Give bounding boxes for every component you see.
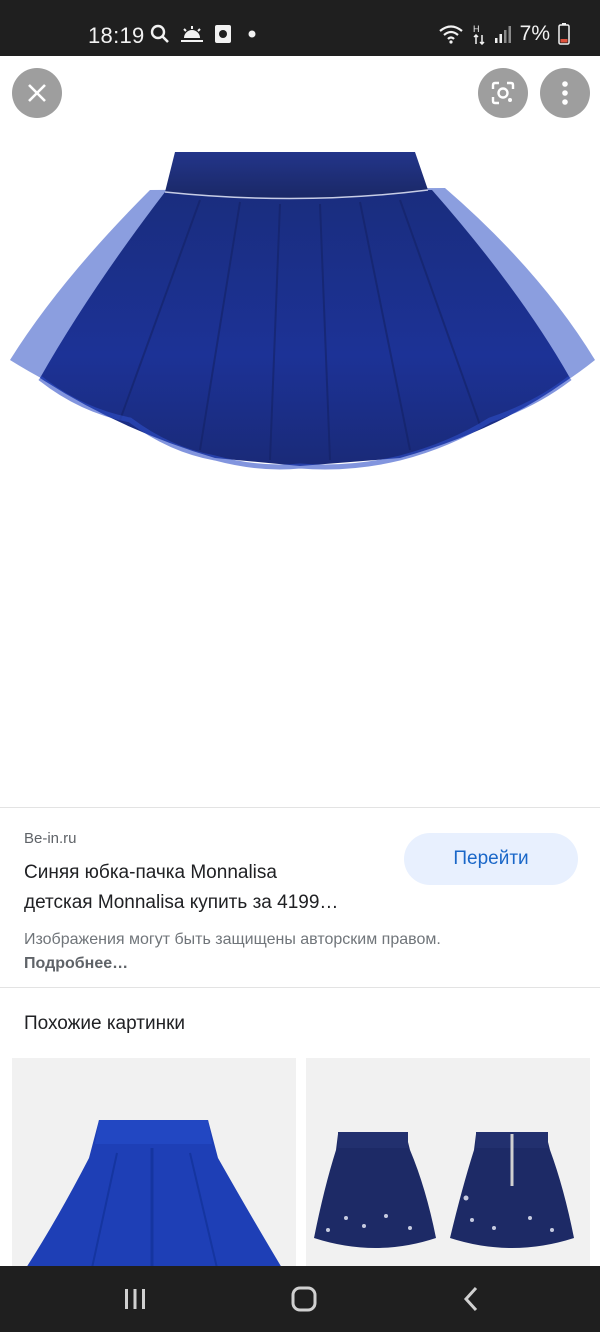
status-left-icons	[150, 24, 260, 44]
close-icon	[28, 84, 46, 102]
close-button[interactable]	[12, 68, 62, 118]
system-nav-bar	[0, 1266, 600, 1332]
similar-images-heading: Похожие картинки	[24, 1013, 185, 1034]
result-title-line1: Синяя юбка-пачка Monnalisa	[24, 862, 277, 883]
visit-button[interactable]: Перейти	[404, 833, 578, 885]
main-product-image[interactable]	[0, 120, 600, 500]
status-bar: 18:19 H 7%	[0, 0, 600, 56]
data-transfer-icon: H	[473, 24, 485, 45]
copyright-text: Изображения могут быть защищены авторски…	[24, 931, 441, 948]
battery-icon	[558, 23, 570, 45]
signal-icon	[494, 26, 511, 43]
recent-apps-button[interactable]	[118, 1284, 152, 1314]
search-icon	[150, 24, 169, 43]
svg-text:H: H	[473, 24, 480, 34]
copyright-notice: Изображения могут быть защищены авторски…	[24, 928, 464, 976]
learn-more-link[interactable]: Подробнее…	[24, 955, 128, 972]
home-button[interactable]	[284, 1284, 324, 1314]
status-right-icons: H 7%	[438, 22, 570, 46]
result-source[interactable]: Be-in.ru	[24, 830, 77, 847]
recent-apps-icon	[125, 1289, 145, 1309]
home-icon	[291, 1286, 317, 1312]
battery-percent: 7%	[519, 22, 550, 45]
divider-bottom	[0, 987, 600, 988]
app-notification-icon	[215, 25, 231, 43]
result-title-line2: детская Monnalisa купить за 4199…	[24, 892, 339, 913]
weather-icon	[181, 26, 203, 42]
similar-skirt-image	[314, 1132, 574, 1248]
back-icon	[463, 1286, 478, 1312]
more-options-button[interactable]	[540, 68, 590, 118]
lens-icon	[491, 81, 515, 105]
result-title[interactable]: Синяя юбка-пачка Monnalisa детская Monna…	[24, 858, 394, 918]
back-button[interactable]	[456, 1284, 486, 1314]
status-time: 18:19	[88, 23, 145, 48]
dot-icon	[248, 30, 256, 38]
similar-image-thumb[interactable]	[306, 1058, 590, 1268]
lens-button[interactable]	[478, 68, 528, 118]
similar-skirt-image	[26, 1120, 282, 1268]
divider-top	[0, 807, 600, 808]
more-vert-icon	[562, 81, 568, 105]
wifi-icon	[438, 25, 463, 44]
similar-image-thumb[interactable]	[12, 1058, 296, 1268]
